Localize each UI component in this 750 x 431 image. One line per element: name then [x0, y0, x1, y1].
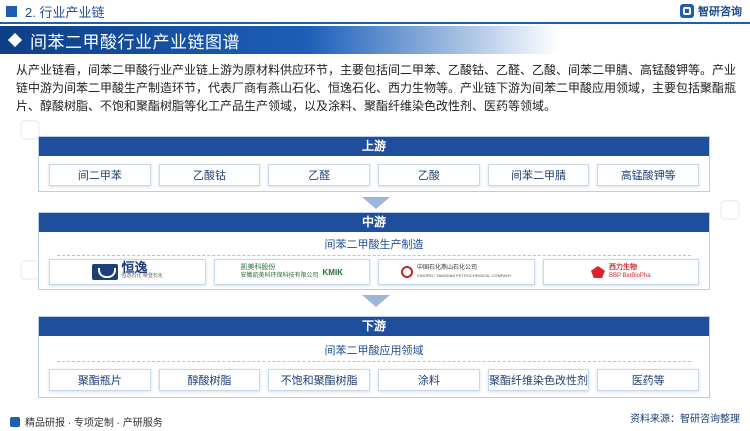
- downstream-item: 聚酯纤维染色改性剂: [487, 369, 590, 391]
- biobiopha-logo-icon: [590, 266, 605, 278]
- section-title: 2. 行业产业链: [25, 4, 105, 20]
- biobiopha-en-name: BBP BioBioPha: [608, 273, 651, 279]
- downstream-item: 聚酯瓶片: [49, 369, 151, 391]
- page-title: 间苯二甲酸行业产业链图谱: [30, 32, 240, 52]
- downstream-item: 涂料: [378, 369, 480, 391]
- brand-logo: 智研咨询: [680, 3, 742, 19]
- source-note: 资料来源：智研咨询整理: [630, 414, 740, 425]
- company-logo-kmik: 凯美科股份 安徽凯美科环保科技有限公司 KMIK: [213, 259, 370, 285]
- midstream-panel: 中游 间苯二甲酸生产制造 恒逸 恒逸石化 荣登石化 凯美科股份 安徽凯美科环保科…: [38, 212, 710, 290]
- header-divider: [0, 22, 750, 24]
- kmik-en-name: KMIK: [322, 267, 343, 277]
- upstream-item: 乙酸: [378, 164, 480, 186]
- upstream-panel: 上游 间二甲苯 乙酸钴 乙醛 乙酸 间苯二甲腈 高锰酸钾等: [38, 136, 710, 192]
- section-square-icon: [6, 5, 17, 17]
- upstream-item: 间苯二甲腈: [487, 164, 590, 186]
- intro-paragraph: 从产业链看，间苯二甲酸行业产业链上游为原材料供应环节，主要包括间二甲苯、乙酸钴、…: [16, 63, 737, 113]
- kmik-cn-name: 凯美科股份: [240, 264, 276, 271]
- biobiopha-cn-name: 西力生物: [608, 264, 637, 271]
- company-logo-hengyi: 恒逸 恒逸石化 荣登石化: [49, 259, 206, 285]
- downstream-subtitle: 间苯二甲酸应用领域: [324, 345, 424, 357]
- hengyi-logo-icon: [91, 264, 118, 280]
- upstream-item: 间二甲苯: [49, 164, 151, 186]
- down-arrow-icon: [362, 295, 390, 307]
- company-logo-sinopec: 中国石化燕山石化公司 SINOPEC YANSHAN PETROCHEMICAL…: [378, 259, 535, 285]
- upstream-item: 乙醛: [268, 164, 371, 186]
- brand-icon: [680, 4, 694, 18]
- midstream-subtitle: 间苯二甲酸生产制造: [324, 239, 424, 251]
- title-banner: 间苯二甲酸行业产业链图谱: [0, 26, 560, 54]
- brand-small-icon: [10, 416, 20, 427]
- section-header: 2. 行业产业链 智研咨询: [0, 0, 750, 22]
- midstream-divider: [57, 255, 691, 256]
- watermark-mark: [720, 200, 740, 220]
- downstream-item: 醇酸树脂: [158, 369, 261, 391]
- downstream-divider: [57, 361, 691, 362]
- sinopec-cn-name: 中国石化燕山石化公司: [416, 265, 477, 271]
- downstream-item: 医药等: [597, 369, 700, 391]
- midstream-header: 中游: [39, 213, 709, 232]
- downstream-items: 聚酯瓶片 醇酸树脂 不饱和聚酯树脂 涂料 聚酯纤维染色改性剂 医药等: [49, 369, 700, 391]
- upstream-header: 上游: [39, 137, 709, 156]
- downstream-header: 下游: [39, 317, 709, 336]
- sinopec-logo-icon: [400, 266, 413, 278]
- footer-tagline: 精品研报 · 专项定制 · 产研服务: [10, 414, 163, 429]
- kmik-full-name: 安徽凯美科环保科技有限公司: [240, 273, 319, 279]
- hengyi-subtext: 恒逸石化 荣登石化: [121, 273, 163, 279]
- upstream-item: 高锰酸钾等: [597, 164, 700, 186]
- upstream-item: 乙酸钴: [158, 164, 261, 186]
- hengyi-name: 恒逸: [121, 260, 148, 275]
- footer-tagline-text: 精品研报 · 专项定制 · 产研服务: [25, 418, 163, 429]
- upstream-items: 间二甲苯 乙酸钴 乙醛 乙酸 间苯二甲腈 高锰酸钾等: [49, 164, 700, 186]
- downstream-panel: 下游 间苯二甲酸应用领域 聚酯瓶片 醇酸树脂 不饱和聚酯树脂 涂料 聚酯纤维染色…: [38, 316, 710, 398]
- diamond-icon: [7, 32, 23, 48]
- footer: 精品研报 · 专项定制 · 产研服务 资料来源：智研咨询整理: [0, 410, 750, 431]
- company-logo-biobiopha: 西力生物 BBP BioBioPha: [542, 259, 699, 285]
- downstream-item: 不饱和聚酯树脂: [268, 369, 371, 391]
- watermark-mark: [20, 120, 40, 140]
- brand-name: 智研咨询: [698, 6, 742, 18]
- midstream-companies: 恒逸 恒逸石化 荣登石化 凯美科股份 安徽凯美科环保科技有限公司 KMIK 中国…: [49, 259, 699, 285]
- watermark-mark: [20, 260, 40, 280]
- sinopec-en-name: SINOPEC YANSHAN PETROCHEMICAL COMPANY: [416, 273, 512, 278]
- down-arrow-icon: [362, 197, 390, 209]
